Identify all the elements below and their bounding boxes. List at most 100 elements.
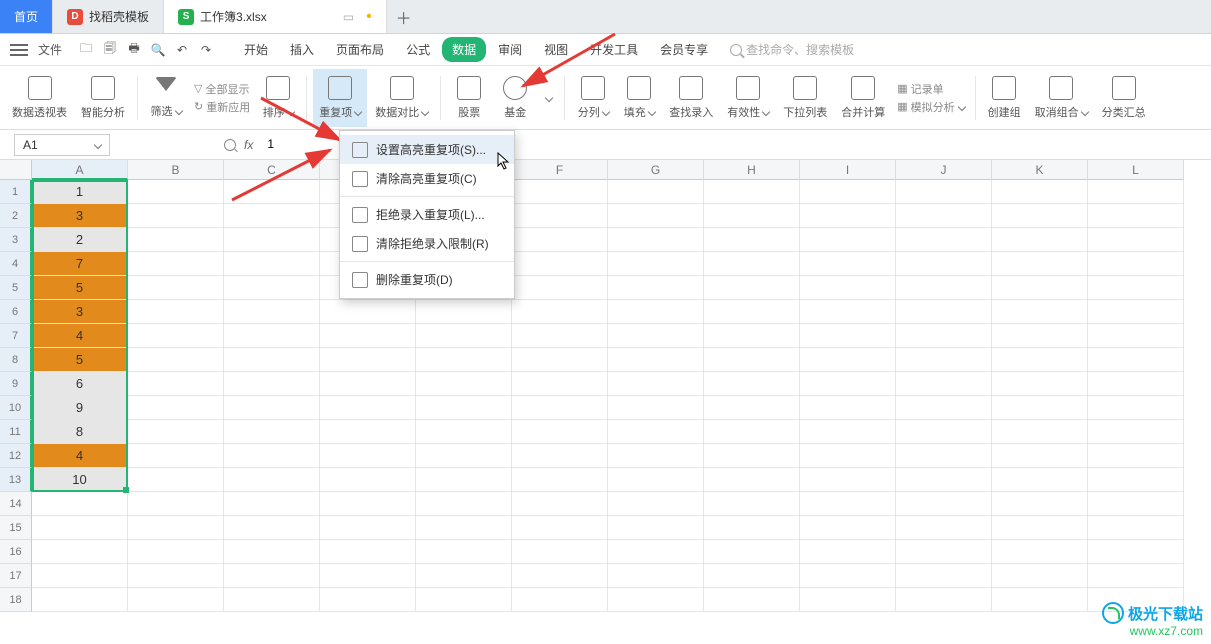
cell[interactable]: [704, 468, 800, 492]
cell[interactable]: [992, 564, 1088, 588]
cell[interactable]: [992, 516, 1088, 540]
cell[interactable]: [800, 516, 896, 540]
print-icon[interactable]: 🖶: [124, 40, 144, 60]
cell[interactable]: [608, 228, 704, 252]
cell[interactable]: [1088, 540, 1184, 564]
cell[interactable]: [704, 588, 800, 612]
cell[interactable]: [128, 492, 224, 516]
cell[interactable]: [128, 324, 224, 348]
cell[interactable]: [896, 228, 992, 252]
dd-clear-reject[interactable]: 清除拒绝录入限制(R): [340, 229, 514, 258]
cell[interactable]: [128, 300, 224, 324]
cell[interactable]: [1088, 204, 1184, 228]
col-header-C[interactable]: C: [224, 160, 320, 180]
menu-insert[interactable]: 插入: [280, 37, 324, 62]
row-header-17[interactable]: 17: [0, 564, 32, 588]
cell[interactable]: [800, 396, 896, 420]
cell[interactable]: [704, 300, 800, 324]
cell[interactable]: [992, 372, 1088, 396]
cell[interactable]: [800, 348, 896, 372]
cell[interactable]: [800, 180, 896, 204]
cell[interactable]: [512, 564, 608, 588]
ribbon-ungroup[interactable]: 取消组合: [1029, 69, 1094, 127]
cell[interactable]: [992, 180, 1088, 204]
cell[interactable]: [704, 444, 800, 468]
col-header-H[interactable]: H: [704, 160, 800, 180]
cell[interactable]: [800, 420, 896, 444]
dd-reject-input[interactable]: 拒绝录入重复项(L)...: [340, 200, 514, 229]
cell[interactable]: [992, 396, 1088, 420]
cell[interactable]: [224, 372, 320, 396]
find-icon[interactable]: [224, 139, 236, 151]
ribbon-split[interactable]: 分列: [571, 69, 615, 127]
cell[interactable]: [416, 588, 512, 612]
ribbon-subtotal[interactable]: 分类汇总: [1096, 69, 1152, 127]
cell[interactable]: [800, 540, 896, 564]
cell[interactable]: [896, 540, 992, 564]
cell[interactable]: [1088, 516, 1184, 540]
cell[interactable]: [800, 372, 896, 396]
cell[interactable]: [896, 372, 992, 396]
cell[interactable]: [800, 276, 896, 300]
cell[interactable]: 10: [32, 468, 128, 492]
ribbon-smart[interactable]: 智能分析: [75, 69, 131, 127]
cell[interactable]: [992, 444, 1088, 468]
fx-icon[interactable]: fx: [244, 138, 253, 152]
undo-icon[interactable]: ↶: [172, 40, 192, 60]
cell[interactable]: [512, 396, 608, 420]
cell[interactable]: [224, 324, 320, 348]
cell[interactable]: 4: [32, 324, 128, 348]
tab-window-icon[interactable]: ▭: [343, 10, 354, 24]
ribbon-simulate[interactable]: ▦ 模拟分析: [897, 99, 964, 115]
cell[interactable]: 8: [32, 420, 128, 444]
cell[interactable]: [896, 396, 992, 420]
command-search[interactable]: 查找命令、搜索模板: [730, 41, 854, 58]
cell[interactable]: [320, 468, 416, 492]
cell[interactable]: [704, 276, 800, 300]
cell[interactable]: [992, 348, 1088, 372]
ribbon-dropdown[interactable]: 下拉列表: [777, 69, 833, 127]
cell[interactable]: [512, 540, 608, 564]
cell[interactable]: [704, 372, 800, 396]
menu-dev[interactable]: 开发工具: [580, 37, 648, 62]
cell[interactable]: [320, 564, 416, 588]
cell[interactable]: [224, 252, 320, 276]
cell[interactable]: [1088, 228, 1184, 252]
cell[interactable]: [320, 396, 416, 420]
row-header-16[interactable]: 16: [0, 540, 32, 564]
cell[interactable]: 5: [32, 348, 128, 372]
cell[interactable]: [512, 420, 608, 444]
cell[interactable]: [224, 516, 320, 540]
cell[interactable]: [896, 276, 992, 300]
cell[interactable]: [320, 348, 416, 372]
cell[interactable]: [224, 468, 320, 492]
cell[interactable]: [896, 492, 992, 516]
row-header-3[interactable]: 3: [0, 228, 32, 252]
menu-data[interactable]: 数据: [442, 37, 486, 62]
cell[interactable]: [800, 228, 896, 252]
cell[interactable]: [608, 588, 704, 612]
cell[interactable]: [416, 444, 512, 468]
cell[interactable]: [128, 372, 224, 396]
cell[interactable]: [896, 180, 992, 204]
cell[interactable]: [704, 540, 800, 564]
cell[interactable]: [224, 444, 320, 468]
cell[interactable]: [704, 564, 800, 588]
dd-set-highlight[interactable]: 设置高亮重复项(S)...: [340, 135, 514, 164]
cell[interactable]: [608, 540, 704, 564]
cell[interactable]: [224, 588, 320, 612]
row-header-2[interactable]: 2: [0, 204, 32, 228]
ribbon-compare[interactable]: 数据对比: [369, 69, 434, 127]
cell[interactable]: [416, 372, 512, 396]
cell[interactable]: [896, 324, 992, 348]
cell[interactable]: [704, 324, 800, 348]
cell[interactable]: [512, 180, 608, 204]
cell[interactable]: [704, 180, 800, 204]
cell[interactable]: [416, 492, 512, 516]
cell[interactable]: [416, 516, 512, 540]
cell[interactable]: [416, 564, 512, 588]
cell[interactable]: 1: [32, 180, 128, 204]
ribbon-group[interactable]: 创建组: [982, 69, 1027, 127]
cell[interactable]: 9: [32, 396, 128, 420]
cell[interactable]: [896, 564, 992, 588]
